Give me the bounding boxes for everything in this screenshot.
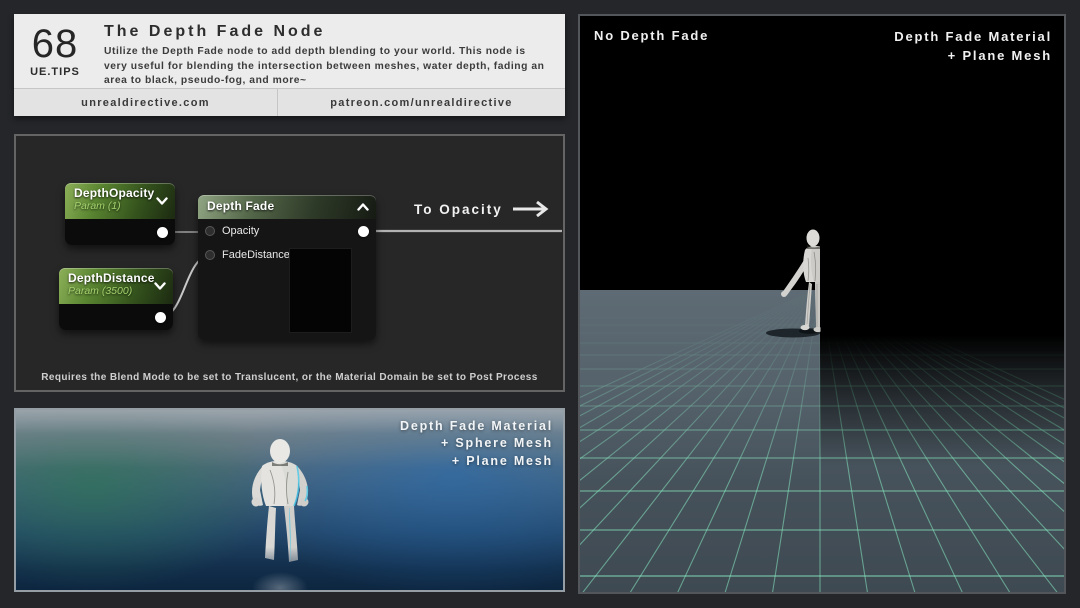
input-pin[interactable] bbox=[205, 250, 215, 260]
chevron-down-icon[interactable] bbox=[156, 197, 168, 206]
split-right-label-1: Depth Fade Material bbox=[894, 28, 1052, 47]
node-title: DepthOpacity bbox=[74, 186, 167, 200]
header-card: 68 UE.TIPS The Depth Fade Node Utilize t… bbox=[14, 14, 565, 116]
sphere-label-1: Depth Fade Material bbox=[400, 418, 553, 435]
node-subtitle: Param (3500) bbox=[68, 285, 165, 297]
node-depth-fade[interactable]: Depth Fade Opacity FadeDistance bbox=[198, 195, 376, 340]
page-description: Utilize the Depth Fade node to add depth… bbox=[104, 45, 551, 89]
chevron-down-icon[interactable] bbox=[154, 282, 166, 291]
page-title: The Depth Fade Node bbox=[104, 23, 551, 41]
node-depth-opacity[interactable]: DepthOpacity Param (1) bbox=[65, 183, 175, 245]
split-left-label: No Depth Fade bbox=[594, 28, 709, 43]
input-label: FadeDistance bbox=[222, 249, 290, 261]
issue-number: 68 bbox=[14, 23, 96, 65]
sphere-label-2: + Sphere Mesh bbox=[400, 435, 553, 452]
material-preview bbox=[289, 248, 352, 333]
node-depth-distance[interactable]: DepthDistance Param (3500) bbox=[59, 268, 173, 330]
split-view-viewport: No Depth Fade Depth Fade Material + Plan… bbox=[578, 14, 1066, 594]
node-title: DepthDistance bbox=[68, 271, 165, 285]
input-label: Opacity bbox=[222, 225, 259, 237]
header-links: unrealdirective.com patreon.com/unrealdi… bbox=[14, 88, 565, 116]
sphere-label-3: + Plane Mesh bbox=[400, 453, 553, 470]
output-pin[interactable] bbox=[155, 312, 166, 323]
patreon-link[interactable]: patreon.com/unrealdirective bbox=[277, 89, 565, 116]
mannequin-back-figure bbox=[220, 436, 340, 592]
node-subtitle: Param (1) bbox=[74, 200, 167, 212]
website-link[interactable]: unrealdirective.com bbox=[14, 89, 277, 116]
chevron-up-icon[interactable] bbox=[357, 203, 369, 212]
arrow-right-icon bbox=[512, 200, 550, 218]
node-graph-panel: DepthOpacity Param (1) DepthDistance Par… bbox=[14, 134, 565, 392]
node-title: Depth Fade bbox=[207, 199, 368, 213]
sphere-render-viewport: Depth Fade Material + Sphere Mesh + Plan… bbox=[14, 408, 565, 592]
split-scene bbox=[578, 14, 1066, 594]
output-pin[interactable] bbox=[358, 226, 369, 237]
brand-label: UE.TIPS bbox=[14, 66, 96, 78]
to-opacity-label: To Opacity bbox=[414, 202, 503, 217]
input-pin[interactable] bbox=[205, 226, 215, 236]
split-right-label-2: + Plane Mesh bbox=[894, 47, 1052, 66]
input-row-opacity: Opacity bbox=[198, 219, 376, 243]
issue-block: 68 UE.TIPS bbox=[14, 14, 96, 78]
output-pin[interactable] bbox=[157, 227, 168, 238]
